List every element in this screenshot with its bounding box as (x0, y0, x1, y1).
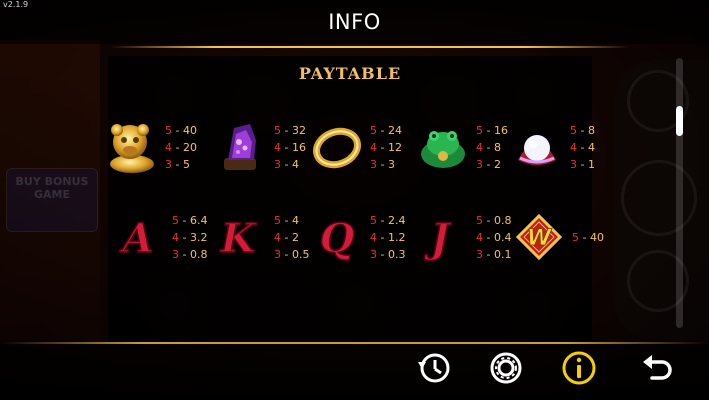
page-title: INFO (328, 10, 381, 34)
pearl-icon (510, 120, 564, 176)
payout-list: 5 - 40 (572, 231, 604, 244)
paytable-panel: PAYTABLE (108, 56, 592, 342)
letter-j-icon: J (416, 210, 470, 266)
payout-list: 5 - 8 4 - 4 3 - 1 (570, 124, 595, 171)
letter-k-icon: K (214, 210, 268, 266)
letter-k-glyph: K (220, 215, 258, 262)
bottom-toolbar (0, 342, 709, 400)
history-icon (418, 353, 450, 383)
paytable-entry-wild: W 5 - 40 (512, 210, 630, 266)
jade-toad-icon (416, 120, 470, 176)
letter-j-glyph: J (424, 215, 453, 262)
paytable-entry-sacred-pearl: 5 - 8 4 - 4 3 - 1 (510, 120, 628, 176)
payout-list: 5 - 24 4 - 12 3 - 3 (370, 124, 402, 171)
title-divider (110, 46, 630, 48)
paytable-entry-letter-a: A 5 - 6.4 4 - 3.2 3 - 0.8 (112, 210, 230, 266)
payout-list: 5 - 2.4 4 - 1.2 3 - 0.3 (370, 214, 406, 261)
wild-glyph: W (527, 226, 553, 251)
payout-list: 5 - 4 4 - 2 3 - 0.5 (274, 214, 310, 261)
back-button[interactable] (640, 350, 676, 386)
payout-list: 5 - 0.8 4 - 0.4 3 - 0.1 (476, 214, 512, 261)
wild-icon: W (512, 210, 566, 266)
scrollbar-thumb[interactable] (676, 106, 683, 136)
info-button[interactable] (561, 350, 597, 386)
info-icon (562, 351, 596, 385)
letter-a-glyph: A (118, 215, 153, 262)
golden-lion-icon (105, 120, 159, 176)
payout-list: 5 - 6.4 4 - 3.2 3 - 0.8 (172, 214, 208, 261)
payout-list: 5 - 40 4 - 20 3 - 5 (165, 124, 197, 171)
letter-a-icon: A (112, 210, 166, 266)
letter-q-glyph: Q (320, 215, 355, 262)
amethyst-geode-icon (214, 120, 268, 176)
paytable-entry-golden-lion: 5 - 40 4 - 20 3 - 5 (105, 120, 223, 176)
settings-button[interactable] (488, 350, 524, 386)
paytable-scrollbar[interactable] (676, 58, 683, 328)
version-label: v2.1.9 (3, 0, 29, 9)
paytable-title: PAYTABLE (298, 64, 402, 83)
back-icon (643, 355, 672, 380)
letter-q-icon: Q (310, 210, 364, 266)
history-button[interactable] (416, 350, 452, 386)
settings-icon (490, 352, 522, 384)
info-header: v2.1.9 INFO (0, 0, 709, 44)
paytable-entry-letter-q: Q 5 - 2.4 4 - 1.2 3 - 0.3 (310, 210, 428, 266)
payout-list: 5 - 32 4 - 16 3 - 4 (274, 124, 306, 171)
payout-list: 5 - 16 4 - 8 3 - 2 (476, 124, 508, 171)
gold-ring-icon (310, 120, 364, 176)
paytable-entry-gold-ring: 5 - 24 4 - 12 3 - 3 (310, 120, 428, 176)
